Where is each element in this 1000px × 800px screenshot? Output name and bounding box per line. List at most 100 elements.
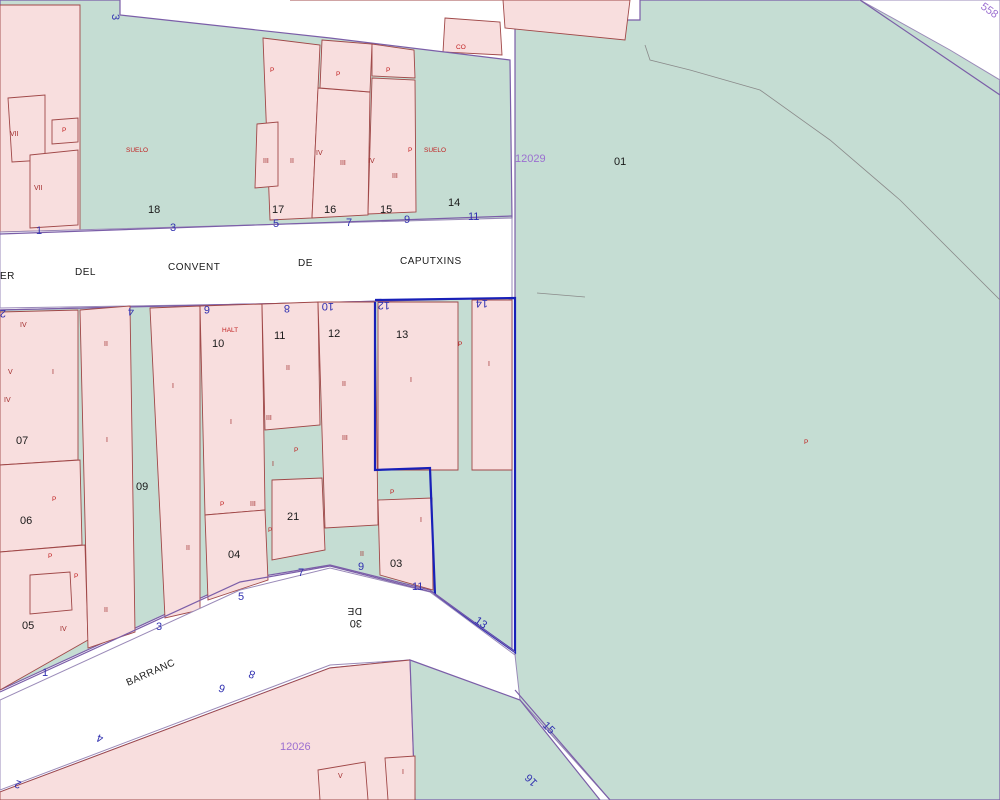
house-number-12: 12 bbox=[378, 299, 390, 311]
parcel-10: 10 bbox=[212, 338, 224, 350]
parcel-01: 01 bbox=[614, 156, 626, 168]
building-12[interactable] bbox=[317, 301, 379, 529]
parcel-05: 05 bbox=[22, 620, 34, 632]
floor-mark-10: I bbox=[52, 369, 54, 376]
block-number-12026: 12026 bbox=[280, 741, 311, 753]
floor-mark-15: II bbox=[104, 607, 108, 614]
parcel-12: 12 bbox=[328, 328, 340, 340]
floor-mark-1: VII bbox=[10, 131, 19, 138]
floor-mark-19: II bbox=[286, 365, 290, 372]
road-label-30: 30 bbox=[350, 617, 362, 629]
building-sw-small[interactable] bbox=[29, 571, 73, 615]
house-number-11: 11 bbox=[468, 211, 479, 223]
house-number-road-9: 9 bbox=[358, 561, 364, 573]
parcel-01-area[interactable] bbox=[514, 0, 1000, 800]
house-number-14: 14 bbox=[476, 297, 488, 309]
block-number-12029: 12029 bbox=[515, 153, 546, 165]
street-label-de-upside: DE bbox=[347, 605, 362, 616]
floor-mark-25: I bbox=[420, 517, 422, 524]
parcel-07: 07 bbox=[16, 435, 28, 447]
floor-mark-12: IV bbox=[4, 397, 11, 404]
floor-mark-24: I bbox=[488, 361, 490, 368]
street-label-convent: CONVENT bbox=[168, 262, 220, 273]
house-number-6: 6 bbox=[204, 303, 210, 315]
label-p-2: P bbox=[336, 71, 340, 78]
floor-mark-11: IV bbox=[20, 322, 27, 329]
floor-mark-17: I bbox=[230, 419, 232, 426]
building-17-b[interactable] bbox=[254, 121, 279, 189]
label-co: CO bbox=[456, 44, 466, 51]
label-p-6: P bbox=[458, 341, 462, 348]
building-13[interactable] bbox=[377, 301, 459, 471]
floor-mark-29: I bbox=[272, 461, 274, 468]
parcel-16: 16 bbox=[324, 204, 336, 216]
floor-mark-21: II bbox=[342, 381, 346, 388]
house-number-7: 7 bbox=[346, 217, 352, 229]
building-15[interactable] bbox=[367, 77, 417, 215]
building-03[interactable] bbox=[377, 497, 434, 591]
label-p-4: P bbox=[62, 127, 66, 134]
parcel-06: 06 bbox=[20, 515, 32, 527]
house-number-9: 9 bbox=[404, 214, 410, 226]
floor-mark-2: VII bbox=[34, 185, 43, 192]
parcel-18: 18 bbox=[148, 204, 160, 216]
parcel-03: 03 bbox=[390, 558, 402, 570]
label-p-11: P bbox=[220, 501, 224, 508]
parcel-09: 09 bbox=[136, 481, 148, 493]
parcel-04: 04 bbox=[228, 549, 240, 561]
house-number-1: 1 bbox=[36, 225, 42, 237]
street-label-del: DEL bbox=[75, 267, 96, 278]
parcel-15: 15 bbox=[380, 204, 392, 216]
building-10[interactable] bbox=[199, 303, 266, 516]
co-building[interactable] bbox=[442, 17, 503, 56]
house-number-8: 8 bbox=[284, 302, 290, 314]
building-15-b[interactable] bbox=[371, 43, 416, 79]
street-label-de: DE bbox=[298, 258, 313, 269]
label-p-5: P bbox=[408, 147, 412, 154]
floor-mark-27: IV bbox=[60, 626, 67, 633]
building-12026-b[interactable] bbox=[384, 755, 416, 800]
cadastral-map[interactable]: ER DEL CONVENT DE CAPUTXINS BARRANC DE 1… bbox=[0, 0, 1000, 800]
floor-mark-6: III bbox=[340, 160, 346, 167]
house-number-5: 5 bbox=[273, 218, 279, 230]
parcel-11: 11 bbox=[274, 330, 285, 342]
parcel-13: 13 bbox=[396, 329, 408, 341]
house-number-3: 3 bbox=[170, 222, 176, 234]
label-p-8: P bbox=[294, 447, 298, 454]
building-sw-2[interactable] bbox=[0, 459, 83, 553]
building-09-strip[interactable] bbox=[79, 305, 136, 649]
label-p-3: P bbox=[386, 67, 390, 74]
label-p-10: P bbox=[52, 496, 56, 503]
house-number-2: 2 bbox=[0, 307, 6, 319]
floor-mark-31: I bbox=[402, 769, 404, 776]
floor-mark-3: III bbox=[263, 158, 269, 165]
floor-mark-9: V bbox=[8, 369, 13, 376]
house-number-road-11: 11 bbox=[412, 581, 423, 593]
label-p-9: P bbox=[390, 489, 394, 496]
street-label-er: ER bbox=[0, 271, 15, 282]
house-number-road-5: 5 bbox=[238, 591, 244, 603]
house-number-4: 4 bbox=[128, 305, 134, 317]
floor-mark-13: II bbox=[104, 341, 108, 348]
building-nw-2[interactable] bbox=[7, 94, 46, 163]
floor-mark-16: I bbox=[172, 383, 174, 390]
floor-mark-22: II bbox=[186, 545, 190, 552]
building-16-b[interactable] bbox=[319, 39, 373, 93]
building-sw-1[interactable] bbox=[0, 309, 79, 466]
house-number-10: 10 bbox=[322, 300, 334, 312]
floor-mark-14: I bbox=[106, 437, 108, 444]
parcel-17: 17 bbox=[272, 204, 284, 216]
parcel-14: 14 bbox=[448, 197, 460, 209]
label-suelo-2: SUELO bbox=[424, 147, 446, 154]
label-p-12: P bbox=[74, 573, 78, 580]
label-halt: HALT bbox=[222, 327, 238, 334]
floor-mark-5: IV bbox=[316, 150, 323, 157]
building-13-east[interactable] bbox=[471, 299, 513, 471]
floor-mark-28: II bbox=[360, 551, 364, 558]
house-number-3-top: 3 bbox=[109, 14, 121, 20]
label-p-7: P bbox=[804, 439, 808, 446]
parcel-21: 21 bbox=[287, 511, 299, 523]
house-number-road-7: 7 bbox=[298, 567, 304, 579]
building-11[interactable] bbox=[261, 301, 321, 431]
label-p-14: P bbox=[48, 553, 52, 560]
